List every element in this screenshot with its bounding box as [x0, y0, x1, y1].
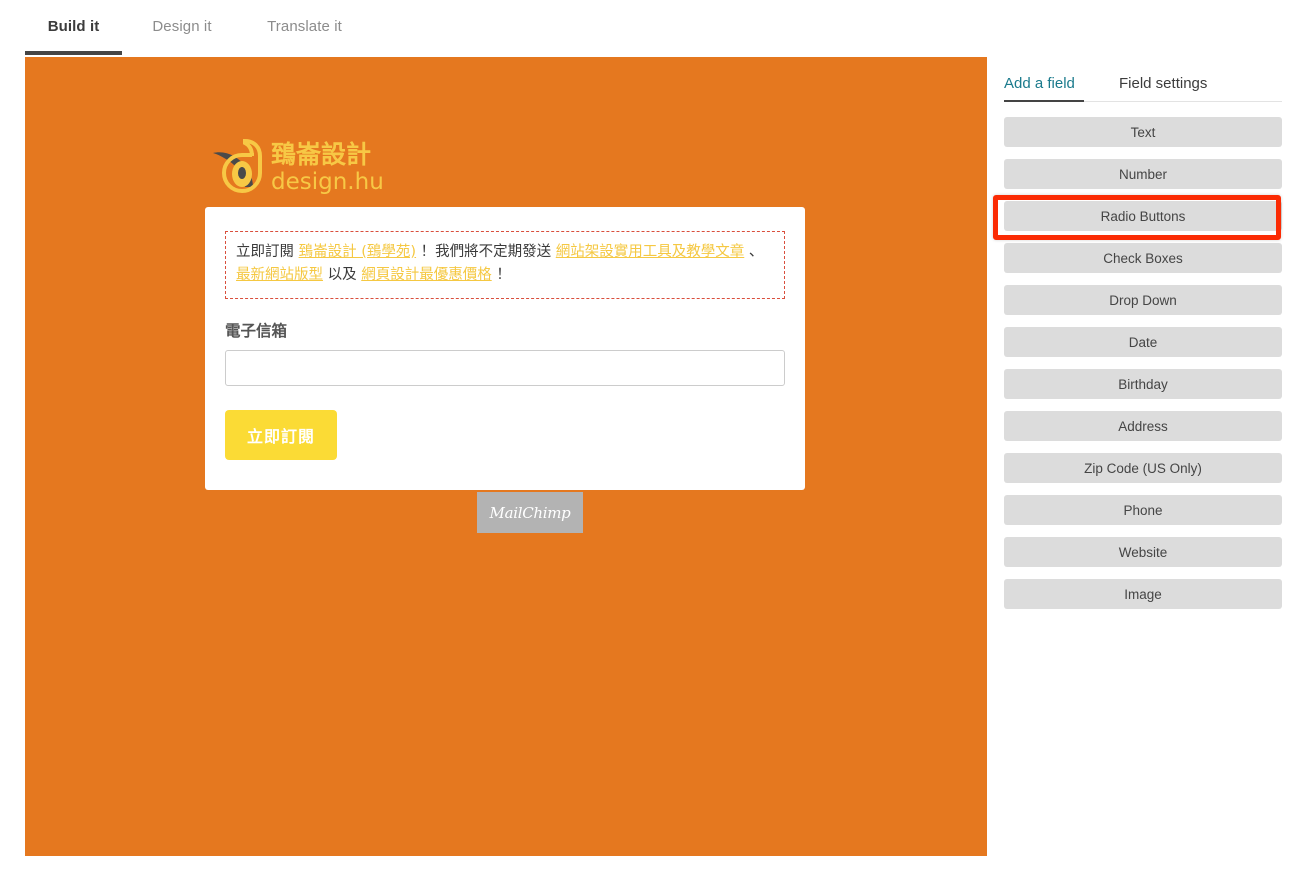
mailchimp-badge-label: MailChimp — [489, 503, 571, 522]
field-button-text[interactable]: Text — [1004, 117, 1282, 147]
tab-field-settings[interactable]: Field settings — [1119, 75, 1239, 101]
field-button-address[interactable]: Address — [1004, 411, 1282, 441]
field-button-website[interactable]: Website — [1004, 537, 1282, 567]
designhu-swan-logo-icon: 鵄崙設計 design.hu — [205, 137, 385, 199]
signup-form-card: 立即訂閱 鵄崙設計 (鵄學苑) ！我們將不定期發送 網站架設實用工具及教學文章 … — [205, 207, 805, 490]
field-button-zip-code[interactable]: Zip Code (US Only) — [1004, 453, 1282, 483]
notice-text-6: 以及 — [323, 267, 362, 284]
notice-text-2: ！我們將不定期發送 — [416, 244, 556, 260]
field-button-number[interactable]: Number — [1004, 159, 1282, 189]
active-tab-indicator — [25, 51, 122, 55]
field-button-date[interactable]: Date — [1004, 327, 1282, 357]
notice-text-8: ！ — [491, 267, 511, 284]
top-tab-bar: Build it Design it Translate it — [0, 0, 1316, 57]
notice-link-latest-templates[interactable]: 最新網站版型 — [236, 267, 323, 283]
logo-latin-name: design.hu — [271, 169, 384, 195]
subscribe-button[interactable]: 立即訂閱 — [225, 409, 338, 460]
tab-add-a-field[interactable]: Add a field — [1004, 75, 1097, 102]
notice-text-0: 立即訂閱 — [236, 244, 299, 260]
tab-translate-it[interactable]: Translate it — [242, 0, 367, 57]
notice-link-best-price[interactable]: 網頁設計最優惠價格 — [361, 267, 492, 283]
tab-design-it-label: Design it — [152, 18, 212, 35]
form-preview-canvas: 鵄崙設計 design.hu 立即訂閱 鵄崙設計 (鵄學苑) ！我們將不定期發送… — [25, 57, 987, 856]
sidebar-active-tab-indicator — [1004, 100, 1084, 102]
top-tab-group: Build it Design it Translate it — [25, 0, 367, 57]
tab-add-a-field-label: Add a field — [1004, 75, 1075, 92]
notice-link-designhu[interactable]: 鵄崙設計 (鵄學苑) — [299, 244, 416, 260]
sidebar-tab-group: Add a field Field settings — [1004, 75, 1282, 102]
notice-link-tools-articles[interactable]: 網站架設實用工具及教學文章 — [556, 244, 745, 260]
field-button-check-boxes[interactable]: Check Boxes — [1004, 243, 1282, 273]
field-button-phone[interactable]: Phone — [1004, 495, 1282, 525]
field-button-radio-buttons[interactable]: Radio Buttons — [1004, 201, 1282, 231]
email-field-label: 電子信箱 — [225, 321, 288, 340]
logo-chinese-name: 鵄崙設計 — [271, 140, 371, 169]
tab-field-settings-label: Field settings — [1119, 75, 1208, 92]
tab-build-it-label: Build it — [47, 18, 100, 35]
notice-text-4: 、 — [744, 244, 764, 260]
mailchimp-badge[interactable]: MailChimp — [477, 492, 583, 533]
tab-design-it[interactable]: Design it — [122, 0, 242, 57]
tab-translate-it-label: Translate it — [267, 18, 342, 35]
subscription-notice: 立即訂閱 鵄崙設計 (鵄學苑) ！我們將不定期發送 網站架設實用工具及教學文章 … — [225, 231, 785, 299]
field-button-drop-down[interactable]: Drop Down — [1004, 285, 1282, 315]
tab-build-it[interactable]: Build it — [25, 0, 122, 57]
field-type-list: Text Number Radio Buttons Check Boxes Dr… — [1004, 117, 1282, 621]
field-button-birthday[interactable]: Birthday — [1004, 369, 1282, 399]
field-button-image[interactable]: Image — [1004, 579, 1282, 609]
email-input[interactable] — [225, 349, 785, 386]
field-sidebar: Add a field Field settings Text Number R… — [987, 57, 1316, 879]
